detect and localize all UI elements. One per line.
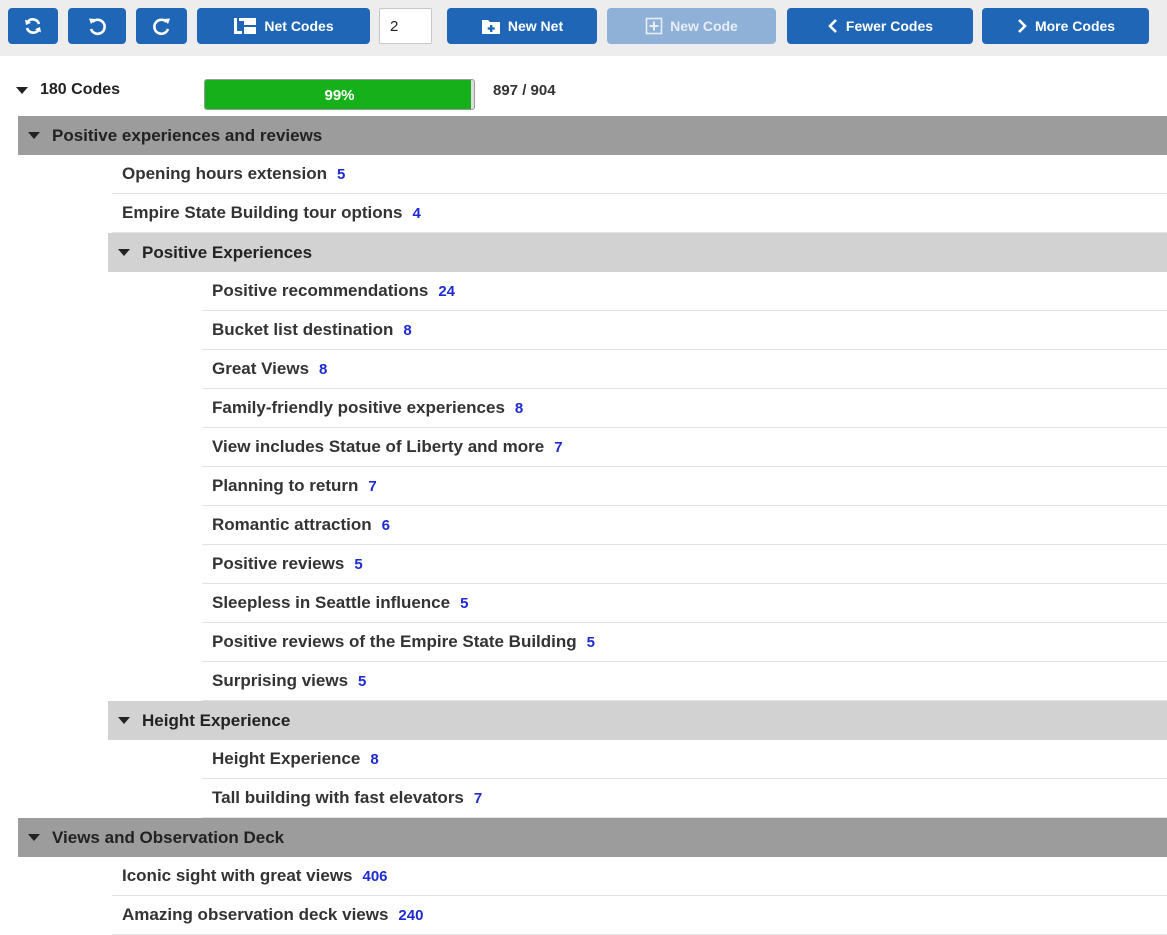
- code-count: 7: [473, 789, 483, 807]
- code-label: Sleepless in Seattle influence: [212, 593, 451, 612]
- net-level-input[interactable]: 2: [379, 8, 432, 44]
- code-row[interactable]: Amazing observation deck views 240: [112, 896, 1167, 935]
- code-row[interactable]: Opening hours extension 5: [112, 155, 1167, 194]
- code-count: 5: [586, 633, 595, 651]
- new-code-button[interactable]: New Code: [607, 8, 776, 44]
- code-count: 7: [554, 438, 563, 456]
- code-row[interactable]: Tall building with fast elevators 7: [202, 779, 1167, 818]
- code-label: Positive reviews: [212, 554, 345, 573]
- new-code-label: New Code: [670, 18, 738, 34]
- tree-icon: [234, 18, 257, 34]
- redo-button[interactable]: [136, 8, 187, 44]
- net-label: Height Experience: [142, 710, 291, 730]
- code-count: 4: [412, 204, 421, 222]
- net-row[interactable]: Positive Experiences: [108, 233, 1167, 272]
- refresh-icon: [25, 18, 41, 34]
- code-row[interactable]: Positive reviews 5: [202, 545, 1167, 584]
- code-count: 406: [362, 867, 388, 885]
- collapse-caret-icon[interactable]: [28, 132, 40, 139]
- coverage-progress-bar: 99%: [204, 79, 475, 110]
- code-count: 6: [381, 516, 390, 534]
- code-label: Romantic attraction: [212, 515, 372, 534]
- progress-percent: 99%: [324, 87, 355, 104]
- code-label: Tall building with fast elevators: [212, 788, 464, 807]
- code-count: 8: [403, 321, 412, 339]
- folder-plus-icon: [481, 20, 500, 34]
- coded-count: 897 / 904: [493, 82, 556, 99]
- code-row[interactable]: View includes Statue of Liberty and more…: [202, 428, 1167, 467]
- code-label: Surprising views: [212, 671, 349, 690]
- undo-icon: [89, 18, 106, 36]
- code-label: View includes Statue of Liberty and more: [212, 437, 545, 456]
- code-row[interactable]: Positive recommendations 24: [202, 272, 1167, 311]
- collapse-caret-icon[interactable]: [118, 717, 130, 724]
- net-row[interactable]: Height Experience: [108, 701, 1167, 740]
- more-codes-label: More Codes: [1034, 18, 1116, 34]
- code-row[interactable]: Positive reviews of the Empire State Bui…: [202, 623, 1167, 662]
- code-count: 8: [514, 399, 524, 417]
- redo-icon: [152, 18, 170, 36]
- code-label: Opening hours extension: [122, 164, 327, 183]
- code-row[interactable]: Family-friendly positive experiences 8: [202, 389, 1167, 428]
- code-label: Iconic sight with great views: [122, 866, 353, 885]
- code-row[interactable]: Planning to return 7: [202, 467, 1167, 506]
- refresh-button[interactable]: [8, 8, 58, 44]
- toolbar: Net Codes 2 New Net New Code Fewer Codes…: [0, 0, 1167, 56]
- net-row[interactable]: Positive experiences and reviews: [18, 116, 1167, 155]
- code-count: 5: [336, 165, 346, 183]
- chevron-left-icon: [828, 19, 837, 33]
- code-count: 5: [460, 594, 469, 612]
- code-row[interactable]: Romantic attraction 6: [202, 506, 1167, 545]
- code-row[interactable]: Surprising views 5: [202, 662, 1167, 701]
- code-label: Positive reviews of the Empire State Bui…: [212, 632, 577, 651]
- code-row[interactable]: Iconic sight with great views 406: [112, 857, 1167, 896]
- code-count: 8: [370, 750, 379, 768]
- code-row[interactable]: Bucket list destination 8: [202, 311, 1167, 350]
- code-row[interactable]: Great Views 8: [202, 350, 1167, 389]
- collapse-all-icon[interactable]: [16, 87, 28, 94]
- code-label: Planning to return: [212, 476, 359, 495]
- net-label: Positive Experiences: [142, 242, 313, 262]
- code-count: 8: [319, 360, 328, 378]
- code-label: Family-friendly positive experiences: [212, 398, 505, 417]
- collapse-caret-icon[interactable]: [118, 249, 130, 256]
- code-count: 5: [358, 672, 367, 690]
- code-row[interactable]: Empire State Building tour options 4: [112, 194, 1167, 233]
- code-label: Great Views: [212, 359, 310, 378]
- undo-button[interactable]: [68, 8, 126, 44]
- codes-summary: 180 Codes 99% 897 / 904: [0, 72, 1167, 112]
- code-count: 7: [368, 477, 377, 495]
- plus-square-icon: [645, 17, 663, 35]
- net-row[interactable]: Views and Observation Deck: [18, 818, 1167, 857]
- net-label: Views and Observation Deck: [52, 827, 285, 847]
- code-row[interactable]: Height Experience 8: [202, 740, 1167, 779]
- codes-count-label: 180 Codes: [40, 81, 121, 98]
- code-count: 24: [438, 282, 456, 300]
- net-codes-label: Net Codes: [264, 18, 334, 34]
- code-label: Amazing observation deck views: [122, 905, 389, 924]
- net-label: Positive experiences and reviews: [52, 125, 323, 145]
- code-label: Bucket list destination: [212, 320, 394, 339]
- code-row[interactable]: Sleepless in Seattle influence 5: [202, 584, 1167, 623]
- code-label: Height Experience: [212, 749, 361, 768]
- code-label: Positive recommendations: [212, 281, 429, 300]
- more-codes-button[interactable]: More Codes: [982, 8, 1149, 44]
- fewer-codes-label: Fewer Codes: [845, 18, 934, 34]
- chevron-right-icon: [1018, 19, 1027, 33]
- new-net-label: New Net: [507, 18, 564, 34]
- collapse-caret-icon[interactable]: [28, 834, 40, 841]
- code-count: 5: [354, 555, 363, 573]
- code-label: Empire State Building tour options: [122, 203, 403, 222]
- code-count: 240: [398, 906, 424, 924]
- net-codes-button[interactable]: Net Codes: [197, 8, 370, 44]
- new-net-button[interactable]: New Net: [447, 8, 597, 44]
- fewer-codes-button[interactable]: Fewer Codes: [787, 8, 973, 44]
